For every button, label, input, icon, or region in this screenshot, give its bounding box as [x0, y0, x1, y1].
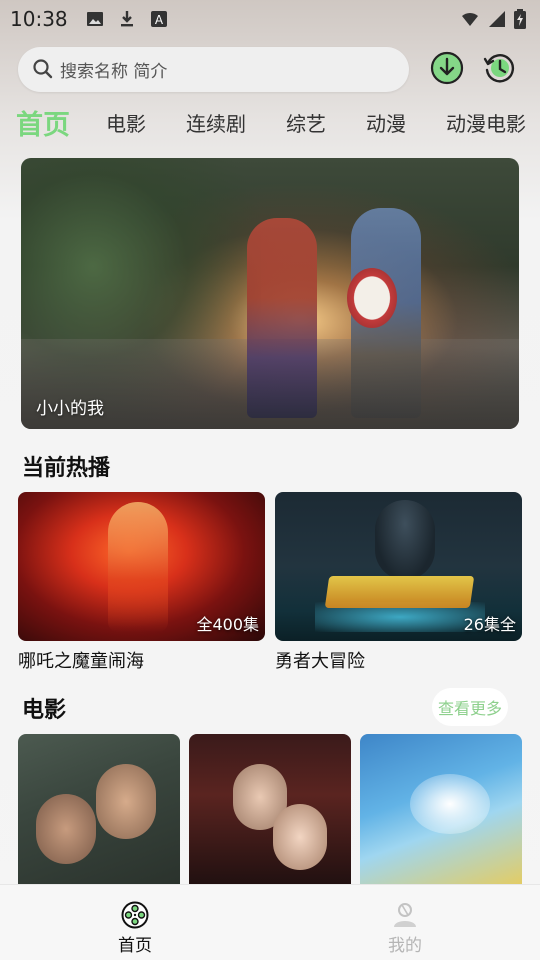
poster-image: 全400集	[18, 492, 265, 641]
poster-art	[36, 794, 96, 864]
poster-art	[108, 502, 168, 632]
history-button[interactable]	[482, 50, 518, 86]
search-placeholder: 搜索名称 简介	[60, 61, 168, 82]
movie-card[interactable]	[18, 734, 180, 886]
banner-caption: 小小的我	[36, 399, 104, 419]
user-icon	[394, 903, 416, 927]
poster-art	[273, 804, 327, 870]
nav-mine[interactable]: 我的	[345, 885, 465, 960]
tab-anime[interactable]: 动漫	[366, 108, 406, 137]
battery-icon	[514, 9, 526, 29]
tab-movies[interactable]: 电影	[106, 108, 146, 137]
poster-image: 26集全	[275, 492, 522, 641]
poster-art	[410, 774, 490, 834]
see-more-button[interactable]: 查看更多	[432, 688, 508, 726]
movie-card[interactable]	[360, 734, 522, 886]
tab-variety[interactable]: 综艺	[286, 108, 326, 137]
download-manager-button[interactable]	[429, 50, 465, 86]
card-title: 哪吒之魔童闹海	[18, 651, 144, 672]
nav-mine-label: 我的	[388, 936, 422, 956]
film-reel-icon	[121, 901, 149, 929]
status-time: 10:38	[10, 7, 68, 31]
section-title-hot: 当前热播	[22, 456, 111, 481]
banner-drum	[347, 268, 397, 328]
episode-badge: 26集全	[463, 615, 516, 634]
banner-figure-left	[247, 218, 317, 418]
tab-home[interactable]: 首页	[16, 103, 70, 142]
download-icon	[120, 11, 133, 27]
search-input[interactable]: 搜索名称 简介	[18, 46, 409, 92]
svg-text:A: A	[155, 13, 164, 27]
wifi-icon	[462, 12, 478, 26]
section-title-movies: 电影	[22, 698, 67, 723]
hot-card[interactable]: 全400集 哪吒之魔童闹海	[18, 492, 265, 673]
episode-badge: 全400集	[196, 615, 259, 634]
poster-art	[375, 500, 435, 580]
signal-icon	[489, 11, 505, 27]
nav-home-label: 首页	[118, 936, 152, 956]
poster-logo	[324, 576, 475, 608]
tab-anime-movies[interactable]: 动漫电影	[446, 108, 526, 137]
history-clock-icon	[483, 54, 515, 83]
tab-series[interactable]: 连续剧	[186, 108, 246, 137]
featured-banner[interactable]: 小小的我	[21, 158, 519, 429]
nav-home[interactable]: 首页	[75, 885, 195, 960]
text-a-icon: A	[150, 11, 167, 27]
download-circle-icon	[430, 51, 464, 85]
movie-card[interactable]	[189, 734, 351, 886]
poster-art	[96, 764, 156, 839]
status-bar: 10:38 A	[0, 0, 540, 38]
category-tabs: 首页 电影 连续剧 综艺 动漫 动漫电影	[16, 100, 540, 144]
card-title: 勇者大冒险	[275, 651, 365, 672]
hot-card[interactable]: 26集全 勇者大冒险	[275, 492, 522, 673]
search-icon	[33, 59, 53, 79]
bottom-nav: 首页 我的	[0, 884, 540, 960]
image-icon	[86, 12, 103, 26]
search-row: 搜索名称 简介	[18, 46, 522, 92]
